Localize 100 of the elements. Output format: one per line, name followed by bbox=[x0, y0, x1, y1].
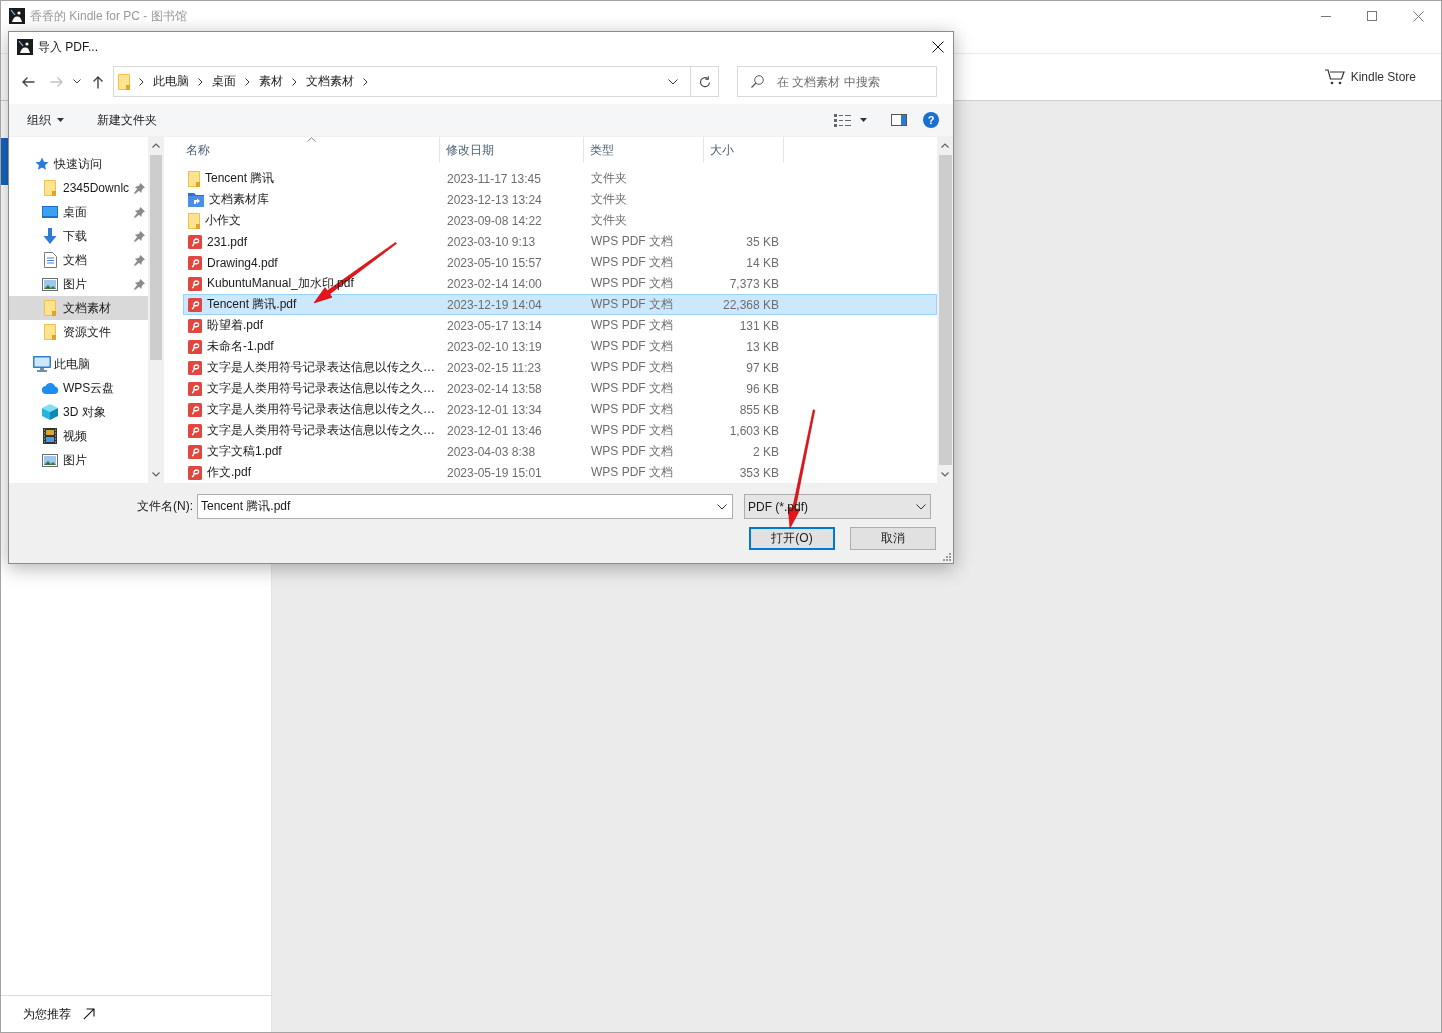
preview-pane-icon bbox=[891, 114, 907, 126]
file-row[interactable]: Tencent 腾讯.pdf 2023-12-19 14:04 WPS PDF 文档 22,368 KB bbox=[183, 294, 937, 315]
folder-icon bbox=[118, 73, 130, 90]
nav-item[interactable]: 3D 对象 bbox=[9, 400, 148, 424]
breadcrumb-item[interactable]: 文档素材 bbox=[302, 73, 354, 90]
chevron-down-icon bbox=[73, 79, 81, 84]
breadcrumb-item[interactable]: 此电脑 bbox=[149, 73, 189, 90]
computer-icon bbox=[33, 356, 51, 372]
modified-date: 2023-03-10 9:13 bbox=[446, 234, 537, 249]
scroll-down-icon[interactable] bbox=[941, 472, 949, 477]
file-row[interactable]: 文字是人类用符号记录表达信息以传之久… 2023-02-15 11:23 WPS PDF 文档 97 KB bbox=[183, 357, 937, 378]
scrollbar-thumb[interactable] bbox=[149, 155, 162, 360]
file-type: WPS PDF 文档 bbox=[590, 443, 674, 460]
scroll-up-icon[interactable] bbox=[151, 143, 160, 148]
help-button[interactable]: ? bbox=[923, 112, 939, 128]
file-name: 文字是人类用符号记录表达信息以传之久… bbox=[207, 359, 435, 376]
file-row[interactable]: Drawing4.pdf 2023-05-10 15:57 WPS PDF 文档 14 KB bbox=[183, 252, 937, 273]
file-row[interactable]: Tencent 腾讯 2023-11-17 13:45 文件夹 bbox=[183, 168, 937, 189]
pdf-file-icon bbox=[188, 360, 202, 375]
column-header[interactable]: 名称 bbox=[183, 137, 440, 163]
modified-date: 2023-12-13 13:24 bbox=[446, 192, 543, 207]
scroll-down-icon[interactable] bbox=[151, 472, 160, 477]
file-size: 2 KB bbox=[752, 444, 780, 459]
file-row[interactable]: 文字是人类用符号记录表达信息以传之久… 2023-12-01 13:34 WPS PDF 文档 855 KB bbox=[183, 399, 937, 420]
recommend-link[interactable]: 为您推荐 bbox=[23, 1005, 95, 1023]
resize-grip-icon[interactable] bbox=[943, 553, 951, 561]
file-row[interactable]: 文字是人类用符号记录表达信息以传之久… 2023-02-14 13:58 WPS PDF 文档 96 KB bbox=[183, 378, 937, 399]
scrollbar[interactable] bbox=[148, 137, 163, 483]
modified-date: 2023-05-10 15:57 bbox=[446, 255, 543, 270]
breadcrumb-item[interactable]: 桌面 bbox=[208, 73, 236, 90]
search-field[interactable]: 在 文档素材 中搜索 bbox=[737, 66, 937, 97]
pdf-file-icon bbox=[188, 465, 202, 480]
file-row[interactable]: 小作文 2023-09-08 14:22 文件夹 bbox=[183, 210, 937, 231]
filename-label: 文件名(N): bbox=[136, 498, 194, 515]
cube-icon bbox=[42, 404, 58, 420]
file-size: 353 KB bbox=[738, 465, 780, 480]
pdf-file-icon bbox=[188, 276, 202, 291]
pdf-file-icon bbox=[188, 234, 202, 249]
new-folder-button[interactable]: 新建文件夹 bbox=[89, 107, 165, 133]
refresh-icon bbox=[698, 75, 711, 88]
scrollbar[interactable] bbox=[937, 137, 953, 483]
file-name: Drawing4.pdf bbox=[207, 255, 278, 270]
folder-icon bbox=[188, 212, 200, 229]
open-button[interactable]: 打开(O) bbox=[749, 527, 835, 550]
pdf-file-icon bbox=[188, 423, 202, 438]
file-row[interactable]: 231.pdf 2023-03-10 9:13 WPS PDF 文档 35 KB bbox=[183, 231, 937, 252]
nav-item[interactable]: 视频 bbox=[9, 424, 148, 448]
filename-field[interactable]: Tencent 腾讯.pdf bbox=[197, 494, 733, 519]
pdf-file-icon bbox=[188, 318, 202, 333]
pdf-file-icon bbox=[188, 297, 202, 312]
file-type: WPS PDF 文档 bbox=[590, 317, 674, 334]
file-row[interactable]: 作文.pdf 2023-05-19 15:01 WPS PDF 文档 353 KB bbox=[183, 462, 937, 483]
nav-item[interactable]: 文档 bbox=[9, 248, 148, 272]
nav-item[interactable]: 图片 bbox=[9, 448, 148, 472]
cancel-button[interactable]: 取消 bbox=[850, 527, 936, 550]
column-header[interactable]: 大小 bbox=[704, 137, 784, 163]
nav-item[interactable]: 桌面 bbox=[9, 200, 148, 224]
arrow-up-icon bbox=[92, 74, 104, 89]
file-row[interactable]: 文字是人类用符号记录表达信息以传之久… 2023-12-01 13:46 WPS PDF 文档 1,603 KB bbox=[183, 420, 937, 441]
arrow-left-icon bbox=[21, 75, 35, 88]
organize-button[interactable]: 组织 bbox=[19, 107, 72, 133]
nav-item[interactable]: 2345Downlc bbox=[9, 176, 148, 200]
file-type: WPS PDF 文档 bbox=[590, 233, 674, 250]
nav-item[interactable]: 下载 bbox=[9, 224, 148, 248]
address-bar[interactable]: 此电脑 桌面 素材 文档素材 bbox=[113, 66, 719, 97]
modified-date: 2023-04-03 8:38 bbox=[446, 444, 537, 459]
store-link[interactable]: Kindle Store bbox=[1324, 69, 1416, 85]
column-header[interactable]: 类型 bbox=[584, 137, 704, 163]
file-size: 35 KB bbox=[745, 234, 780, 249]
pdf-file-icon bbox=[188, 381, 202, 396]
file-type: WPS PDF 文档 bbox=[590, 422, 674, 439]
file-row[interactable]: 未命名-1.pdf 2023-02-10 13:19 WPS PDF 文档 13 KB bbox=[183, 336, 937, 357]
modified-date: 2023-02-15 11:23 bbox=[446, 360, 542, 375]
file-size: 14 KB bbox=[745, 255, 780, 270]
file-row[interactable]: 盼望着.pdf 2023-05-17 13:14 WPS PDF 文档 131 KB bbox=[183, 315, 937, 336]
nav-item[interactable]: WPS云盘 bbox=[9, 376, 148, 400]
nav-item[interactable]: 文档素材 bbox=[9, 296, 148, 320]
file-row[interactable]: 文字文稿1.pdf 2023-04-03 8:38 WPS PDF 文档 2 KB bbox=[183, 441, 937, 462]
file-type: WPS PDF 文档 bbox=[590, 401, 674, 418]
film-icon bbox=[43, 428, 57, 444]
window-title: 香香的 Kindle for PC - 图书馆 bbox=[30, 7, 187, 25]
nav-item[interactable]: 快速访问 bbox=[9, 152, 148, 176]
scrollbar-thumb[interactable] bbox=[938, 155, 952, 465]
file-name: Tencent 腾讯.pdf bbox=[207, 296, 297, 313]
breadcrumb-item[interactable]: 素材 bbox=[255, 73, 283, 90]
document-icon bbox=[43, 252, 57, 268]
file-size: 97 KB bbox=[745, 360, 780, 375]
minimize-icon bbox=[1321, 15, 1331, 17]
pdf-file-icon bbox=[188, 255, 202, 270]
column-header[interactable]: 修改日期 bbox=[440, 137, 584, 163]
chevron-right-icon bbox=[198, 77, 203, 86]
scroll-up-icon[interactable] bbox=[941, 143, 949, 148]
file-row[interactable]: 文档素材库 2023-12-13 13:24 文件夹 bbox=[183, 189, 937, 210]
file-size: 22,368 KB bbox=[721, 297, 780, 312]
pdf-file-icon bbox=[188, 339, 202, 354]
caret-down-icon bbox=[57, 118, 64, 122]
nav-item[interactable]: 此电脑 bbox=[9, 352, 148, 376]
nav-item[interactable]: 图片 bbox=[9, 272, 148, 296]
caret-down-icon bbox=[860, 118, 867, 122]
nav-item[interactable]: 资源文件 bbox=[9, 320, 148, 344]
